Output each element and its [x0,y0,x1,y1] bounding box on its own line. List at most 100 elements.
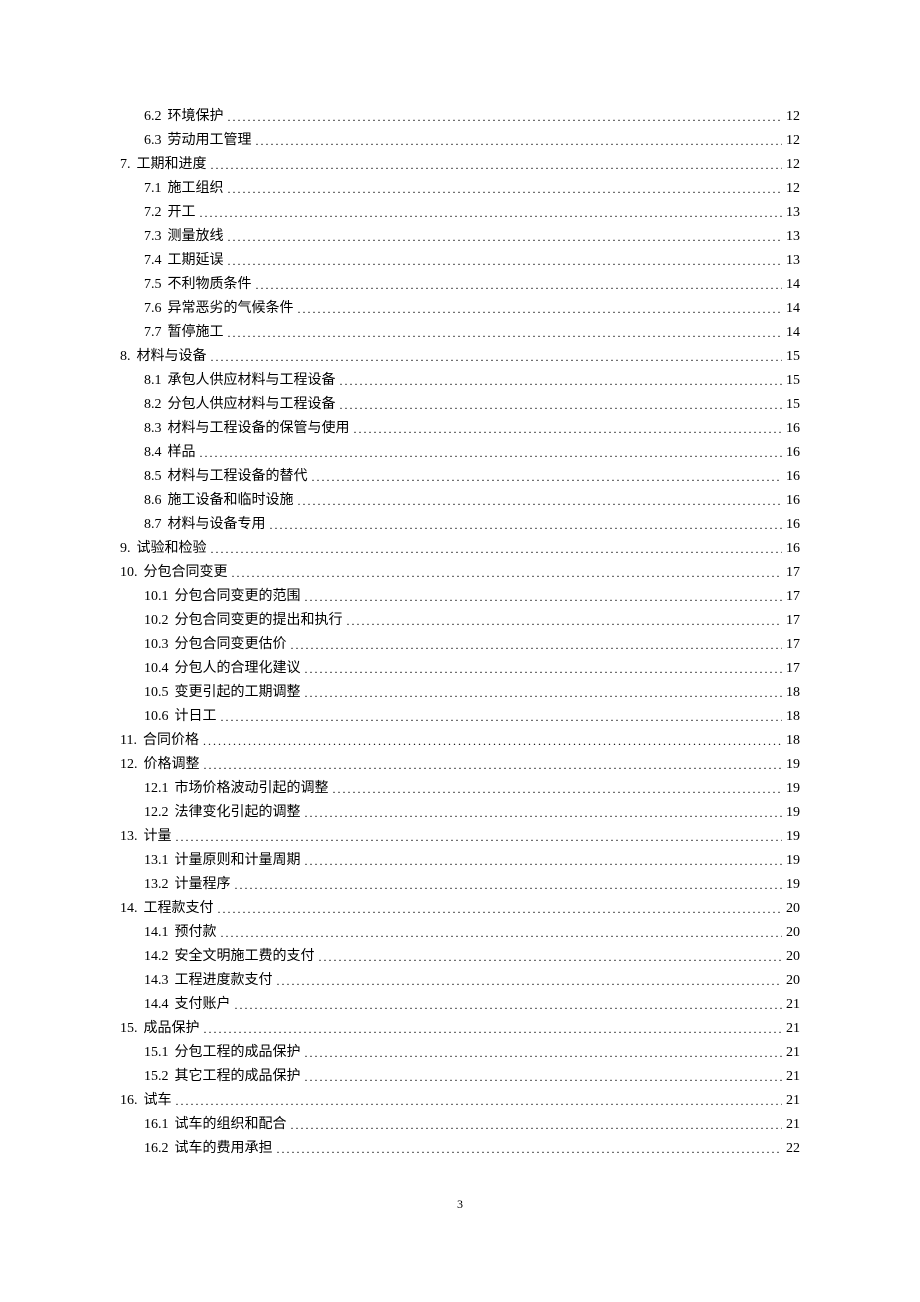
toc-entry[interactable]: 8.4样品16 [120,446,800,460]
toc-title: 工程款支付 [144,901,214,916]
toc-entry[interactable]: 15.1分包工程的成品保护21 [120,1046,800,1060]
toc-entry[interactable]: 16.2试车的费用承担22 [120,1142,800,1156]
toc-leader-dots [340,375,783,389]
toc-number: 14.2 [144,949,169,964]
toc-label: 16.2试车的费用承担 [144,1142,273,1156]
toc-label: 15.2其它工程的成品保护 [144,1070,301,1084]
toc-entry[interactable]: 8.5材料与工程设备的替代16 [120,470,800,484]
toc-leader-dots [218,903,783,917]
toc-label: 16.1试车的组织和配合 [144,1118,287,1132]
toc-title: 不利物质条件 [168,277,252,292]
toc-label: 10.分包合同变更 [120,566,228,580]
toc-title: 变更引起的工期调整 [175,685,301,700]
toc-title: 施工设备和临时设施 [168,493,294,508]
toc-label: 7.工期和进度 [120,158,207,172]
toc-title: 样品 [168,445,196,460]
toc-entry[interactable]: 7.5不利物质条件14 [120,278,800,292]
toc-entry[interactable]: 13.2计量程序19 [120,878,800,892]
toc-entry[interactable]: 7.3测量放线13 [120,230,800,244]
toc-label: 12.2法律变化引起的调整 [144,806,301,820]
toc-leader-dots [305,591,783,605]
toc-title: 劳动用工管理 [168,133,252,148]
toc-label: 10.5变更引起的工期调整 [144,686,301,700]
toc-page-number: 14 [786,302,800,316]
toc-entry[interactable]: 16.试车21 [120,1094,800,1108]
toc-number: 16. [120,1093,138,1108]
toc-entry[interactable]: 10.3分包合同变更估价17 [120,638,800,652]
toc-number: 8.4 [144,445,162,460]
toc-entry[interactable]: 10.4分包人的合理化建议17 [120,662,800,676]
toc-title: 计量程序 [175,877,231,892]
toc-number: 14.4 [144,997,169,1012]
toc-title: 其它工程的成品保护 [175,1069,301,1084]
toc-entry[interactable]: 14.工程款支付20 [120,902,800,916]
toc-entry[interactable]: 14.1预付款20 [120,926,800,940]
toc-entry[interactable]: 7.6异常恶劣的气候条件14 [120,302,800,316]
toc-entry[interactable]: 15.成品保护21 [120,1022,800,1036]
toc-title: 测量放线 [168,229,224,244]
toc-title: 分包工程的成品保护 [175,1045,301,1060]
toc-leader-dots [256,135,783,149]
toc-entry[interactable]: 15.2其它工程的成品保护21 [120,1070,800,1084]
toc-entry[interactable]: 14.4支付账户21 [120,998,800,1012]
toc-entry[interactable]: 8.1承包人供应材料与工程设备15 [120,374,800,388]
toc-entry[interactable]: 11.合同价格 18 [120,734,800,748]
toc-leader-dots [228,183,783,197]
toc-title: 分包合同变更的范围 [175,589,301,604]
toc-page-number: 18 [786,686,800,700]
toc-title: 法律变化引起的调整 [175,805,301,820]
toc-label: 14.1预付款 [144,926,217,940]
toc-entry[interactable]: 13.1计量原则和计量周期19 [120,854,800,868]
toc-label: 8.7材料与设备专用 [144,518,266,532]
toc-entry[interactable]: 7.工期和进度12 [120,158,800,172]
toc-entry[interactable]: 10.6计日工18 [120,710,800,724]
toc-entry[interactable]: 12.2法律变化引起的调整19 [120,806,800,820]
toc-entry[interactable]: 14.2安全文明施工费的支付20 [120,950,800,964]
toc-entry[interactable]: 7.4工期延误13 [120,254,800,268]
toc-entry[interactable]: 9.试验和检验16 [120,542,800,556]
toc-number: 12.1 [144,781,169,796]
toc-leader-dots [221,711,783,725]
toc-entry[interactable]: 10.1分包合同变更的范围17 [120,590,800,604]
toc-entry[interactable]: 8.7材料与设备专用16 [120,518,800,532]
toc-leader-dots [277,1143,783,1157]
toc-entry[interactable]: 8.2分包人供应材料与工程设备15 [120,398,800,412]
toc-entry[interactable]: 6.2环境保护12 [120,110,800,124]
toc-entry[interactable]: 13.计量19 [120,830,800,844]
toc-leader-dots [228,231,783,245]
toc-entry[interactable]: 10.2分包合同变更的提出和执行17 [120,614,800,628]
toc-entry[interactable]: 10.5变更引起的工期调整 18 [120,686,800,700]
toc-entry[interactable]: 8.6施工设备和临时设施16 [120,494,800,508]
toc-label: 11.合同价格 [120,734,199,748]
toc-page-number: 16 [786,422,800,436]
toc-number: 7.2 [144,205,162,220]
toc-label: 14.工程款支付 [120,902,214,916]
toc-title: 暂停施工 [168,325,224,340]
toc-page-number: 12 [786,182,800,196]
toc-number: 10.1 [144,589,169,604]
toc-entry[interactable]: 12.价格调整19 [120,758,800,772]
toc-entry[interactable]: 7.1施工组织12 [120,182,800,196]
toc-entry[interactable]: 14.3工程进度款支付20 [120,974,800,988]
toc-leader-dots [232,567,783,581]
toc-page-number: 18 [786,734,800,748]
toc-label: 13.计量 [120,830,172,844]
toc-title: 合同价格 [143,733,199,748]
toc-number: 16.1 [144,1117,169,1132]
toc-entry[interactable]: 6.3劳动用工管理12 [120,134,800,148]
toc-number: 14.3 [144,973,169,988]
toc-entry[interactable]: 8.材料与设备15 [120,350,800,364]
toc-entry[interactable]: 12.1市场价格波动引起的调整19 [120,782,800,796]
toc-number: 10.4 [144,661,169,676]
toc-number: 7.3 [144,229,162,244]
toc-label: 10.1 分包合同变更的范围 [144,590,301,604]
toc-entry[interactable]: 16.1试车的组织和配合21 [120,1118,800,1132]
toc-entry[interactable]: 7.7暂停施工14 [120,326,800,340]
toc-leader-dots [270,519,783,533]
toc-number: 6.2 [144,109,162,124]
toc-number: 7.1 [144,181,162,196]
toc-entry[interactable]: 10.分包合同变更17 [120,566,800,580]
toc-entry[interactable]: 8.3材料与工程设备的保管与使用16 [120,422,800,436]
toc-entry[interactable]: 7.2开工13 [120,206,800,220]
toc-title: 材料与工程设备的保管与使用 [168,421,350,436]
